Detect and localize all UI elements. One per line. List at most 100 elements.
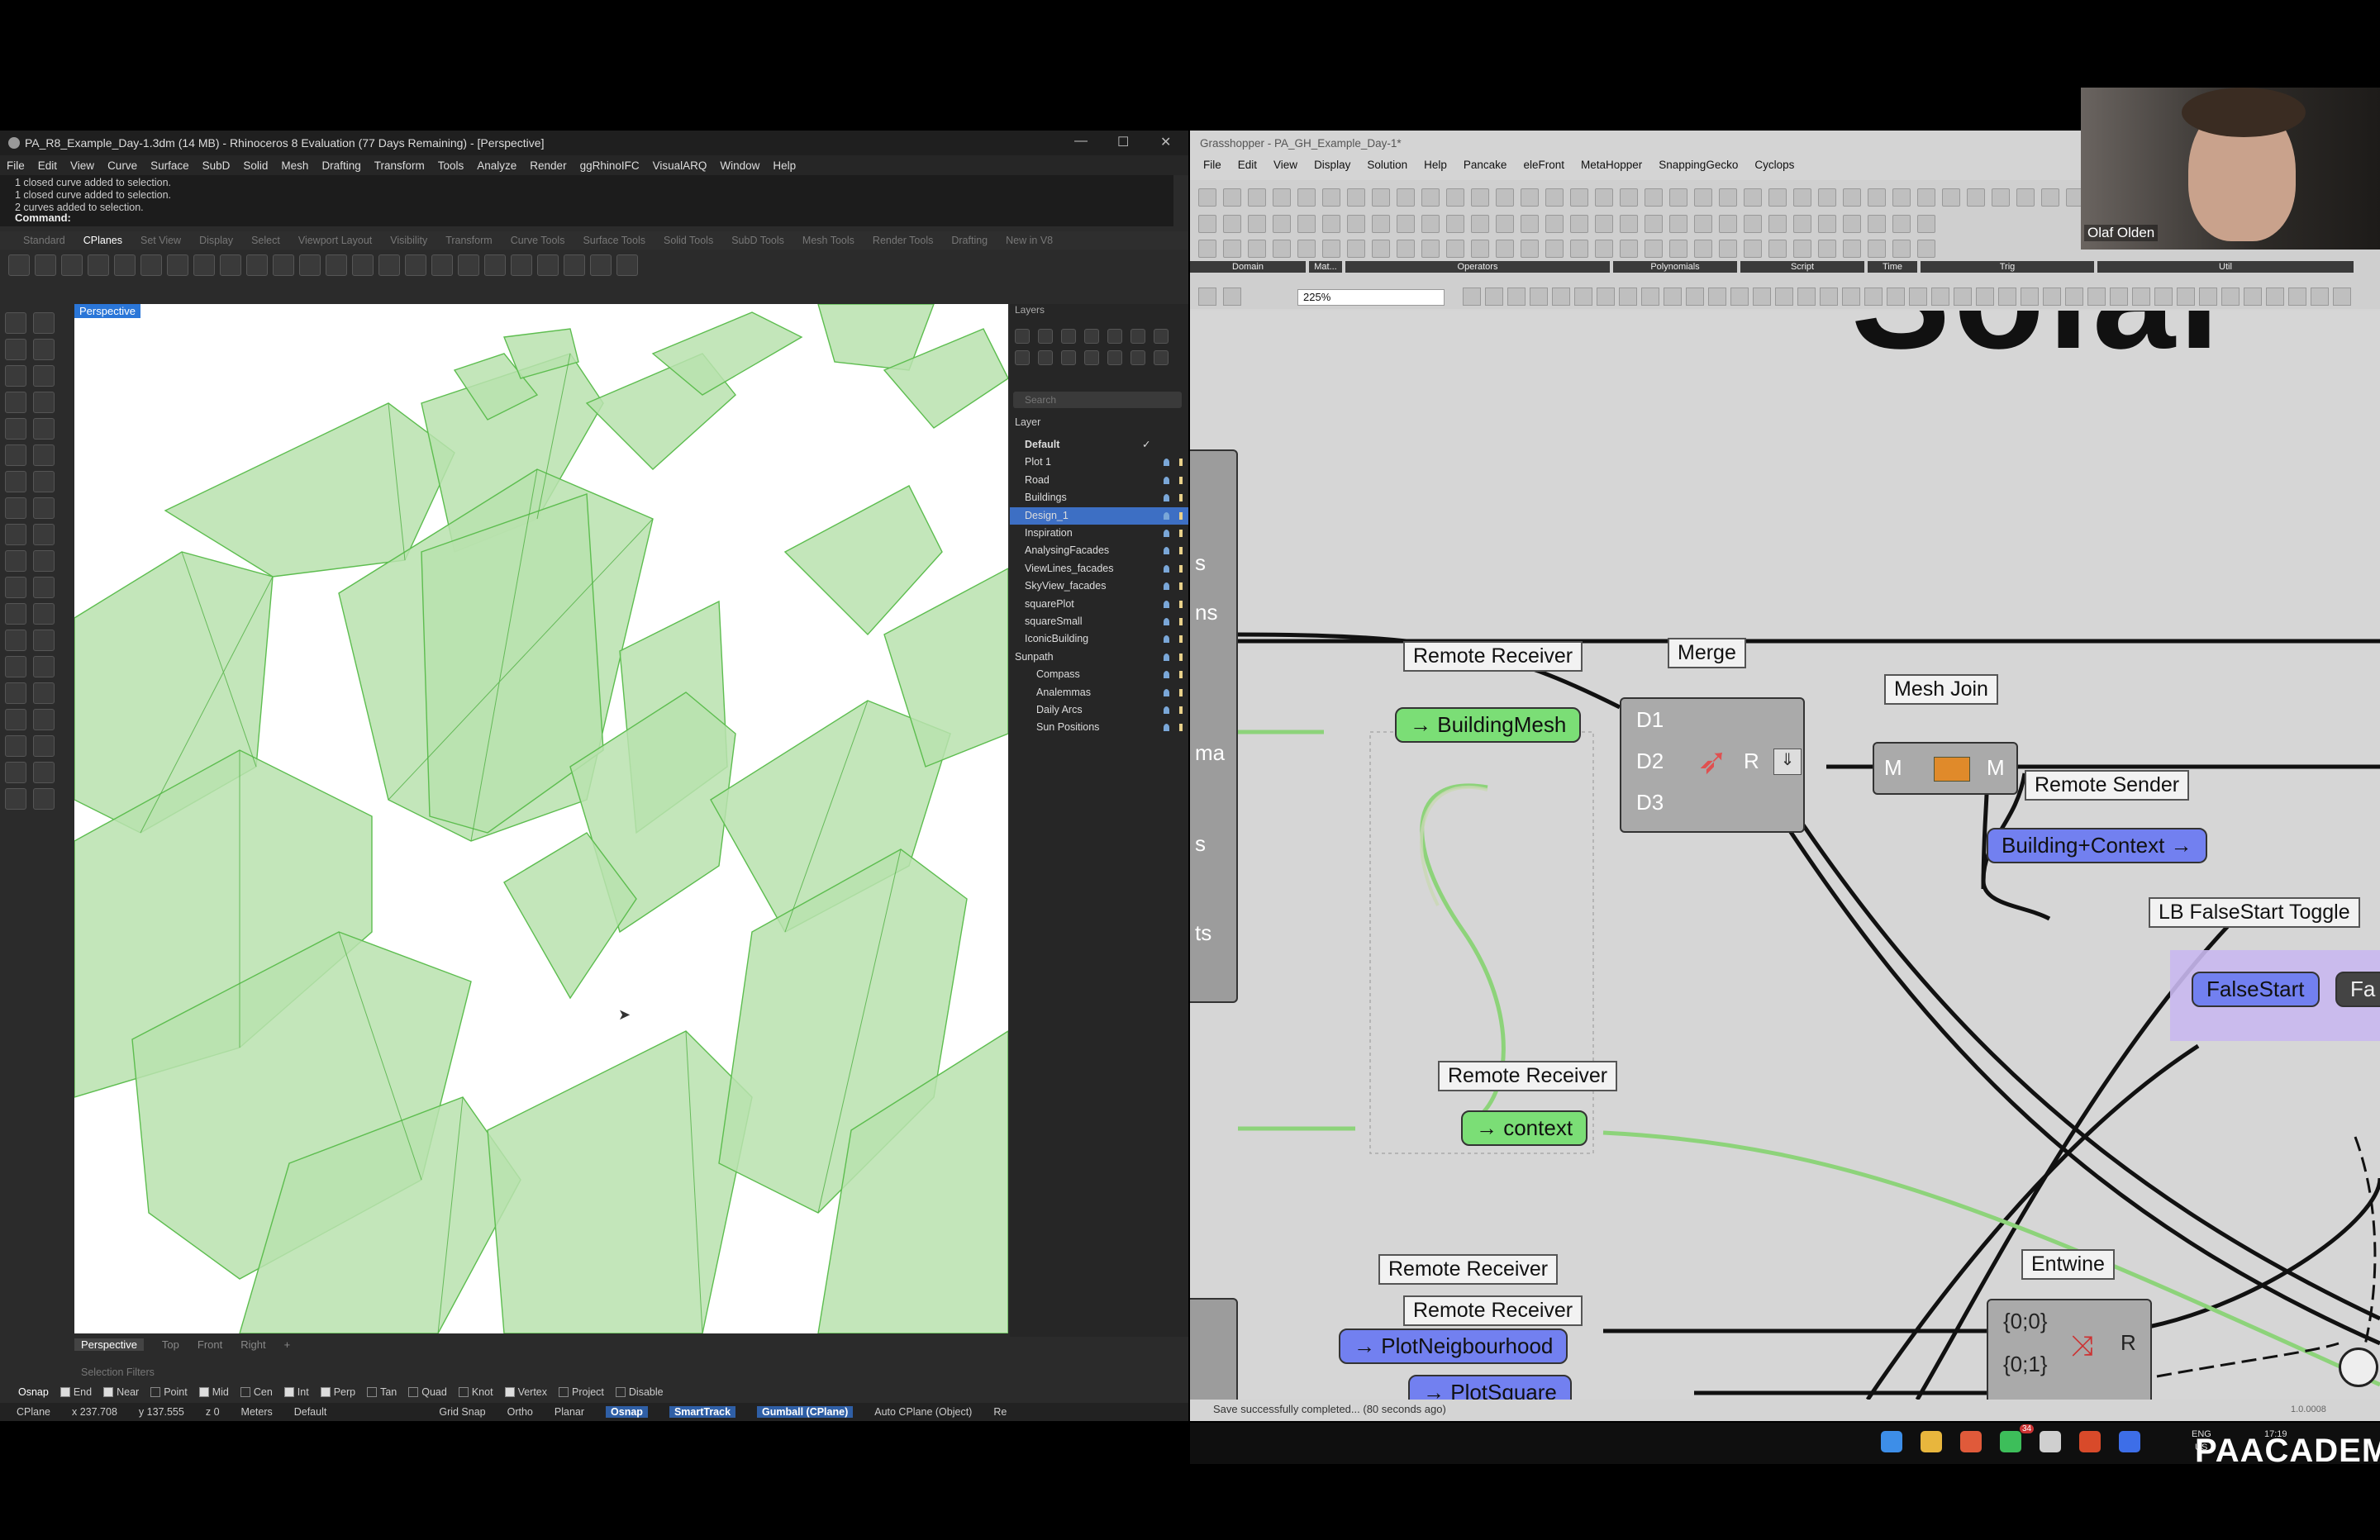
- zoom-input[interactable]: 225%: [1297, 289, 1445, 306]
- tool-icon[interactable]: [33, 312, 55, 334]
- gh-component-icon[interactable]: [1273, 215, 1291, 233]
- menu-item-edit[interactable]: Edit: [38, 159, 57, 172]
- gh-component-icon[interactable]: [1744, 188, 1762, 207]
- tool-icon[interactable]: [33, 788, 55, 810]
- gh-component-icon[interactable]: [1521, 188, 1539, 207]
- selection-filters[interactable]: Selection Filters: [81, 1367, 155, 1378]
- gh-component-icon[interactable]: [1223, 188, 1241, 207]
- tool-icon[interactable]: [114, 254, 136, 276]
- tool-icon[interactable]: [5, 577, 26, 598]
- gh-component-icon[interactable]: [1372, 240, 1390, 258]
- gh-component-icon[interactable]: [1471, 240, 1489, 258]
- checkbox-icon[interactable]: [60, 1387, 70, 1397]
- tool-icon[interactable]: [33, 392, 55, 413]
- tool-icon[interactable]: [8, 254, 30, 276]
- layer-row[interactable]: Analemmas: [1010, 684, 1188, 701]
- gh-component-icon[interactable]: [1892, 188, 1911, 207]
- gh-component-icon[interactable]: [1694, 188, 1712, 207]
- gh-menu-snappinggecko[interactable]: SnappingGecko: [1659, 159, 1738, 177]
- lock-icon[interactable]: [1179, 582, 1183, 591]
- checkbox-icon[interactable]: [458, 1387, 469, 1397]
- gh-component-icon[interactable]: [1818, 188, 1836, 207]
- status-planar[interactable]: Planar: [555, 1406, 584, 1418]
- gh-canvas-tool-icon[interactable]: [1998, 288, 2016, 306]
- menu-item-transform[interactable]: Transform: [374, 159, 425, 172]
- gh-component-icon[interactable]: [1793, 240, 1811, 258]
- checkbox-icon[interactable]: [103, 1387, 114, 1397]
- gh-canvas-tool-icon[interactable]: [2221, 288, 2240, 306]
- status-auto-cplane[interactable]: Auto CPlane (Object): [874, 1406, 972, 1418]
- light-bulb-icon[interactable]: [1164, 653, 1169, 661]
- tool-icon[interactable]: [88, 254, 109, 276]
- osnap-vertex[interactable]: Vertex: [504, 1386, 547, 1398]
- gh-component-icon[interactable]: [1248, 215, 1266, 233]
- gh-component-icon[interactable]: [1322, 188, 1340, 207]
- tool-icon[interactable]: [405, 254, 426, 276]
- menu-item-window[interactable]: Window: [720, 159, 759, 172]
- tool-icon[interactable]: [590, 254, 612, 276]
- gh-canvas-tool-icon[interactable]: [2154, 288, 2173, 306]
- osnap-tan[interactable]: Tan: [367, 1386, 397, 1398]
- gh-component-icon[interactable]: [1892, 215, 1911, 233]
- toolbar-tab-display[interactable]: Display: [199, 235, 233, 246]
- menu-item-render[interactable]: Render: [530, 159, 566, 172]
- tool-icon[interactable]: [616, 254, 638, 276]
- gh-component-icon[interactable]: [1645, 188, 1663, 207]
- tool-icon[interactable]: [273, 254, 294, 276]
- tool-icon[interactable]: [537, 254, 559, 276]
- gh-canvas-tool-icon[interactable]: [1619, 288, 1637, 306]
- plot-square-relay[interactable]: → PlotSquare: [1408, 1375, 1572, 1400]
- osnap-int[interactable]: Int: [283, 1386, 309, 1398]
- tool-icon[interactable]: [220, 254, 241, 276]
- gh-component-icon[interactable]: [1645, 215, 1663, 233]
- powerpoint-icon[interactable]: [2079, 1431, 2101, 1452]
- gh-component-icon[interactable]: [1768, 188, 1787, 207]
- checkbox-icon[interactable]: [198, 1387, 209, 1397]
- gh-component-icon[interactable]: [1694, 215, 1712, 233]
- gh-component-icon[interactable]: [1719, 215, 1737, 233]
- gh-component-icon[interactable]: [1372, 215, 1390, 233]
- osnap-knot[interactable]: Knot: [458, 1386, 493, 1398]
- gh-component-icon[interactable]: [1645, 240, 1663, 258]
- osnap-mid[interactable]: Mid: [198, 1386, 229, 1398]
- toolbar-tab-select[interactable]: Select: [251, 235, 280, 246]
- gh-component-icon[interactable]: [1273, 188, 1291, 207]
- lock-icon[interactable]: [1179, 547, 1183, 555]
- tool-icon[interactable]: [33, 735, 55, 757]
- gh-canvas-tool-icon[interactable]: [1842, 288, 1860, 306]
- gh-component-icon[interactable]: [1719, 240, 1737, 258]
- gh-canvas-tool-icon[interactable]: [1954, 288, 1972, 306]
- light-bulb-icon[interactable]: [1164, 459, 1169, 467]
- osnap-perp[interactable]: Perp: [320, 1386, 355, 1398]
- menu-item-solid[interactable]: Solid: [243, 159, 268, 172]
- status-record[interactable]: Re: [993, 1406, 1007, 1418]
- gh-component-icon[interactable]: [1198, 188, 1216, 207]
- layer-row[interactable]: squarePlot: [1010, 596, 1188, 613]
- gh-component-icon[interactable]: [1768, 240, 1787, 258]
- gh-component-icon[interactable]: [1545, 240, 1564, 258]
- gh-category[interactable]: Polynomials: [1613, 261, 1737, 273]
- gh-component-icon[interactable]: [1471, 188, 1489, 207]
- gh-component-icon[interactable]: [1446, 188, 1464, 207]
- tool-icon[interactable]: [5, 312, 26, 334]
- layer-tool-icon[interactable]: [1130, 329, 1145, 344]
- light-bulb-icon[interactable]: [1164, 530, 1169, 537]
- gh-component-icon[interactable]: [1421, 240, 1440, 258]
- tool-icon[interactable]: [5, 497, 26, 519]
- layer-tool-icon[interactable]: [1015, 350, 1030, 365]
- status-smarttrack[interactable]: SmartTrack: [669, 1406, 736, 1418]
- gh-component-icon[interactable]: [1322, 215, 1340, 233]
- gh-component-icon[interactable]: [1843, 188, 1861, 207]
- gh-canvas-tool-icon[interactable]: [1797, 288, 1816, 306]
- rhino-icon[interactable]: [2040, 1431, 2061, 1452]
- layer-tool-icon[interactable]: [1084, 350, 1099, 365]
- gh-canvas-tool-icon[interactable]: [1597, 288, 1615, 306]
- gh-canvas-tool-icon[interactable]: [1686, 288, 1704, 306]
- menu-item-surface[interactable]: Surface: [150, 159, 189, 172]
- viewport-tab[interactable]: Top: [162, 1338, 179, 1351]
- tool-icon[interactable]: [33, 630, 55, 651]
- layer-row[interactable]: Road: [1010, 472, 1188, 489]
- gh-component-icon[interactable]: [1496, 215, 1514, 233]
- offscreen-component[interactable]: s ns ma s ts: [1190, 449, 1238, 1003]
- falsestart-relay[interactable]: FalseStart: [2192, 972, 2320, 1007]
